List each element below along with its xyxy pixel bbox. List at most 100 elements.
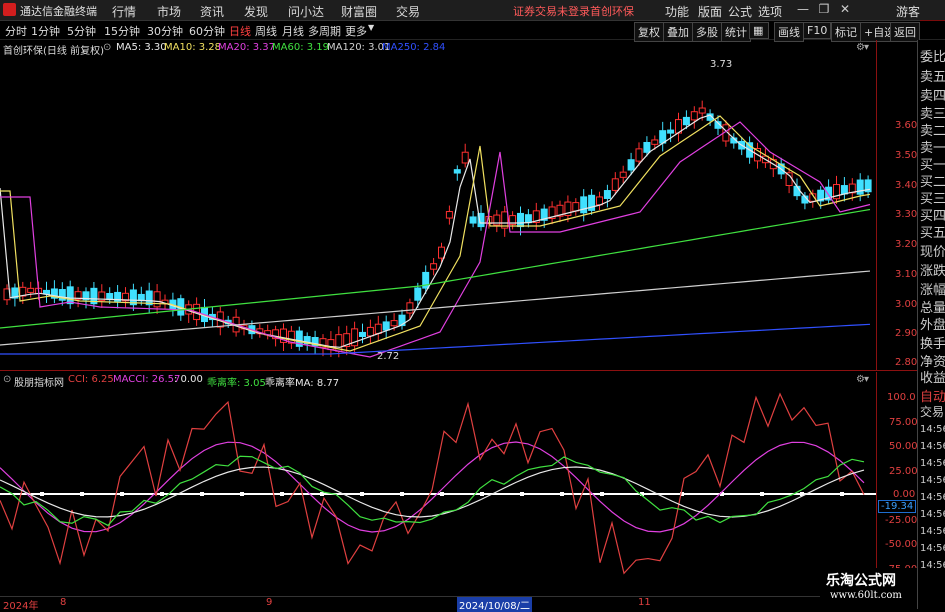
zero-marker (40, 492, 44, 496)
indicator-tick: 50.00 (889, 441, 918, 452)
menu-market[interactable]: 市场 (157, 3, 181, 20)
menu-trade[interactable]: 交易 (396, 3, 420, 20)
period-weekly[interactable]: 周线 (255, 23, 277, 39)
price-tick: 3.50 (895, 150, 918, 161)
zero-marker (280, 492, 284, 496)
price-tick: 3.20 (895, 239, 918, 250)
indicator-tick: 100.0 (887, 392, 916, 403)
menu-formula[interactable]: 公式 (728, 3, 752, 20)
rp-eps[interactable]: 收益 (920, 367, 945, 386)
rp-time: 14:56 (920, 475, 945, 486)
menu-layout[interactable]: 版面 (698, 3, 722, 20)
rp-sell5[interactable]: 卖五 (920, 66, 945, 85)
multi-stock-button[interactable]: 多股 (692, 22, 722, 42)
candle (659, 121, 667, 152)
candle (366, 319, 374, 344)
rp-change-pct[interactable]: 涨幅 (920, 279, 945, 298)
zero-marker (520, 492, 524, 496)
candle (524, 209, 532, 228)
bias-legend: 乖离率: 3.05 (207, 378, 266, 389)
menu-wealth-circle[interactable]: 财富圈 (341, 3, 377, 20)
candle (833, 175, 840, 204)
zero-marker (600, 492, 604, 496)
menu-ask-xiaoda[interactable]: 问小达 (288, 3, 324, 20)
candle (11, 283, 19, 307)
price-tick: 3.40 (895, 180, 918, 191)
statistics-button[interactable]: 统计 (721, 22, 751, 42)
overlay-button[interactable]: 叠加 (663, 22, 693, 42)
indicator-tick: 0.00 (893, 489, 916, 500)
zero-legend: : 0.00 (174, 374, 203, 385)
f10-button[interactable]: F10 (803, 22, 832, 39)
candle (422, 265, 430, 295)
period-monthly[interactable]: 月线 (282, 23, 304, 39)
candle (469, 210, 477, 228)
zero-marker (360, 492, 364, 496)
menu-news[interactable]: 资讯 (200, 3, 224, 20)
bias-ma-line (0, 466, 865, 518)
draw-line-button[interactable]: 画线 (774, 22, 804, 42)
mark-button[interactable]: 标记 (831, 22, 861, 42)
indicator-panel[interactable]: ⊙ 股朋指标网 CCI: 6.25 MACCI: 26.57 : 0.00 乖离… (0, 372, 876, 596)
period-more[interactable]: 更多 (345, 23, 367, 39)
candle (232, 309, 240, 337)
period-intraday[interactable]: 分时 (5, 23, 27, 39)
candle (596, 191, 603, 211)
menu-options[interactable]: 选项 (758, 3, 782, 20)
period-15min[interactable]: 15分钟 (104, 23, 140, 39)
settings-dot-icon[interactable]: ⊙ (103, 42, 111, 53)
rp-time: 14:56 (920, 543, 945, 554)
candle (114, 285, 122, 309)
candle (66, 280, 74, 309)
zero-marker (120, 492, 124, 496)
period-1min[interactable]: 1分钟 (31, 23, 60, 39)
ma120-legend: MA120: 3.01 (327, 42, 391, 53)
close-icon[interactable]: ✕ (836, 2, 854, 17)
chevron-down-icon[interactable]: ▾ (864, 42, 869, 53)
candle (445, 205, 453, 225)
menu-discover[interactable]: 发现 (244, 3, 268, 20)
chevron-down-icon[interactable]: ▼ (368, 23, 374, 32)
rp-change[interactable]: 涨跌 (920, 260, 945, 279)
settings-dot-icon[interactable]: ⊙ (3, 374, 11, 385)
app-logo-icon (3, 3, 16, 16)
rp-buy5[interactable]: 买五 (920, 222, 945, 241)
rp-weibi[interactable]: 委比 (920, 46, 945, 65)
candle (256, 323, 264, 338)
minimize-icon[interactable]: — (794, 2, 812, 17)
price-tick: 3.60 (895, 120, 918, 131)
kline-chart-canvas[interactable] (0, 40, 876, 370)
trade-login-notice[interactable]: 证券交易未登录 (513, 3, 590, 19)
date-label: 9 (266, 597, 273, 608)
period-5min[interactable]: 5分钟 (67, 23, 96, 39)
menu-function[interactable]: 功能 (665, 3, 689, 20)
chevron-down-icon[interactable]: ▾ (864, 374, 869, 385)
candle (517, 206, 524, 236)
guest-label[interactable]: 游客 (896, 3, 920, 20)
indicator-canvas[interactable] (0, 372, 876, 596)
period-daily[interactable]: 日线 (229, 23, 251, 39)
candle (43, 281, 50, 303)
date-axis: 2024年 8 9 2024/10/08/二 11 (0, 596, 876, 612)
rp-trade[interactable]: 交易 (920, 403, 945, 420)
grid-icon[interactable]: ▦ (749, 22, 769, 39)
back-button[interactable]: 返回 (890, 22, 920, 42)
rp-outer[interactable]: 外盘 (920, 314, 945, 333)
period-multi[interactable]: 多周期 (308, 23, 341, 39)
rp-time: 14:56 (920, 424, 945, 435)
kline-chart-panel[interactable]: 首创环保(日线 前复权) ⊙ MA5: 3.30 MA10: 3.28 MA20… (0, 40, 876, 370)
menu-market-quotes[interactable]: 行情 (112, 3, 136, 20)
rp-time: 14:56 (920, 526, 945, 537)
adjust-button[interactable]: 复权 (634, 22, 664, 42)
rp-price[interactable]: 现价 (920, 241, 945, 260)
zero-marker (840, 492, 844, 496)
price-tick: 2.90 (895, 328, 918, 339)
maximize-icon[interactable]: ❐ (815, 2, 833, 17)
rp-turnover[interactable]: 换手 (920, 333, 945, 352)
candle (675, 112, 682, 142)
candle (327, 331, 335, 357)
rp-sell4[interactable]: 卖四 (920, 85, 945, 104)
indicator-tick: -25.00 (885, 515, 918, 526)
period-30min[interactable]: 30分钟 (147, 23, 183, 39)
period-60min[interactable]: 60分钟 (189, 23, 225, 39)
